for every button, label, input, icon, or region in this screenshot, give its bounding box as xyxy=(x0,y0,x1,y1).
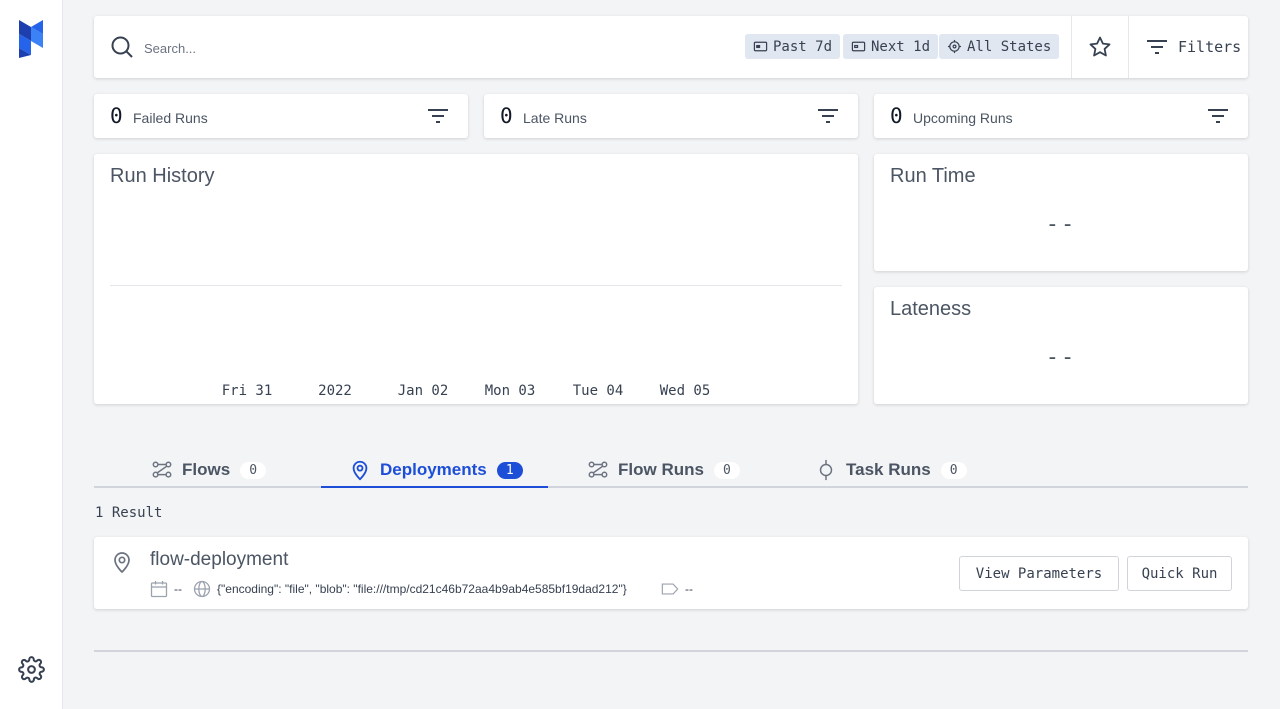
ticket-icon xyxy=(753,41,768,52)
result-count: 1 Result xyxy=(95,505,163,521)
prefect-logo-icon[interactable] xyxy=(19,20,43,58)
tags-value: -- xyxy=(685,582,693,596)
tab-flows-count: 0 xyxy=(240,461,267,479)
tab-flow-runs-count: 0 xyxy=(713,461,740,479)
upcoming-runs-label: Upcoming Runs xyxy=(913,110,1013,126)
x-tick: Wed 05 xyxy=(659,383,711,399)
tab-flows-label: Flows xyxy=(182,460,231,479)
x-tick: 2022 xyxy=(318,383,352,399)
next-range-chip[interactable]: Next 1d xyxy=(843,34,939,59)
tab-deployments-label: Deployments xyxy=(380,460,487,479)
tab-flow-runs-label: Flow Runs xyxy=(618,460,704,479)
filters-button[interactable]: Filters xyxy=(1129,16,1248,78)
late-runs-label: Late Runs xyxy=(523,110,587,126)
deployment-location: {"encoding": "file", "blob": "file:///tm… xyxy=(193,580,627,598)
late-runs-card[interactable]: 0 Late Runs xyxy=(484,94,858,138)
tab-deployments-count: 1 xyxy=(496,461,523,479)
quick-run-label: Quick Run xyxy=(1141,565,1218,582)
chart-baseline xyxy=(110,285,842,286)
quick-run-button[interactable]: Quick Run xyxy=(1127,556,1232,591)
task-run-icon xyxy=(819,459,833,481)
tab-flow-runs[interactable]: Flow Runs 0 xyxy=(587,452,740,488)
filter-icon[interactable] xyxy=(817,107,839,125)
lateness-value: -- xyxy=(1045,345,1077,370)
upcoming-runs-count: 0 xyxy=(890,104,903,128)
run-time-value: -- xyxy=(1045,212,1077,237)
deployment-row[interactable]: flow-deployment -- {"encoding": "file", … xyxy=(94,537,1248,609)
deployment-tags: -- xyxy=(661,580,693,598)
x-tick: Tue 04 xyxy=(572,383,624,399)
run-time-title: Run Time xyxy=(890,165,976,187)
save-filter-button[interactable] xyxy=(1072,16,1128,78)
failed-runs-count: 0 xyxy=(110,104,123,128)
tag-icon xyxy=(661,583,679,595)
tab-task-runs-label: Task Runs xyxy=(846,460,931,479)
ticket-icon xyxy=(851,41,866,52)
x-tick: Fri 31 xyxy=(221,383,273,399)
states-label: All States xyxy=(967,38,1052,55)
sidebar xyxy=(0,0,63,709)
view-parameters-label: View Parameters xyxy=(975,565,1103,582)
upcoming-runs-card[interactable]: 0 Upcoming Runs xyxy=(874,94,1248,138)
location-pin-icon xyxy=(352,460,368,481)
search-icon xyxy=(111,36,133,58)
run-time-panel: Run Time -- xyxy=(874,154,1248,271)
view-parameters-button[interactable]: View Parameters xyxy=(959,556,1119,591)
active-tab-underline xyxy=(321,486,548,488)
tab-flows[interactable]: Flows 0 xyxy=(151,452,267,488)
lateness-title: Lateness xyxy=(890,298,972,320)
x-tick: Mon 03 xyxy=(484,383,536,399)
filter-icon xyxy=(1147,40,1167,54)
location-value: {"encoding": "file", "blob": "file:///tm… xyxy=(217,582,627,596)
flow-run-icon xyxy=(588,461,608,478)
filter-icon[interactable] xyxy=(427,107,449,125)
tab-task-runs-count: 0 xyxy=(940,461,967,479)
star-icon xyxy=(1089,36,1111,57)
calendar-icon xyxy=(150,581,168,598)
late-runs-count: 0 xyxy=(500,104,513,128)
schedule-value: -- xyxy=(174,582,182,596)
past-range-label: Past 7d xyxy=(773,38,833,55)
past-range-chip[interactable]: Past 7d xyxy=(745,34,841,59)
gear-icon[interactable] xyxy=(18,656,45,683)
deployment-schedule: -- xyxy=(150,580,182,598)
divider xyxy=(94,650,1248,652)
run-history-title: Run History xyxy=(110,165,215,187)
run-history-panel: Run History Fri 31 2022 Jan 02 Mon 03 Tu… xyxy=(94,154,858,404)
filters-label: Filters xyxy=(1178,38,1242,56)
x-tick: Jan 02 xyxy=(397,383,449,399)
tab-deployments[interactable]: Deployments 1 xyxy=(349,452,523,488)
crosshair-icon xyxy=(947,39,962,54)
flow-icon xyxy=(152,461,172,478)
lateness-panel: Lateness -- xyxy=(874,287,1248,404)
filter-icon[interactable] xyxy=(1207,107,1229,125)
globe-icon xyxy=(193,580,211,598)
tab-bar: Flows 0 Deployments 1 Flow Runs 0 Task R… xyxy=(94,452,1248,488)
failed-runs-card[interactable]: 0 Failed Runs xyxy=(94,94,468,138)
search-input[interactable] xyxy=(144,37,734,59)
deployment-name[interactable]: flow-deployment xyxy=(150,549,288,571)
states-chip[interactable]: All States xyxy=(939,34,1060,59)
failed-runs-label: Failed Runs xyxy=(133,110,208,126)
next-range-label: Next 1d xyxy=(871,38,931,55)
tab-task-runs[interactable]: Task Runs 0 xyxy=(815,452,967,488)
location-pin-icon xyxy=(114,552,130,574)
